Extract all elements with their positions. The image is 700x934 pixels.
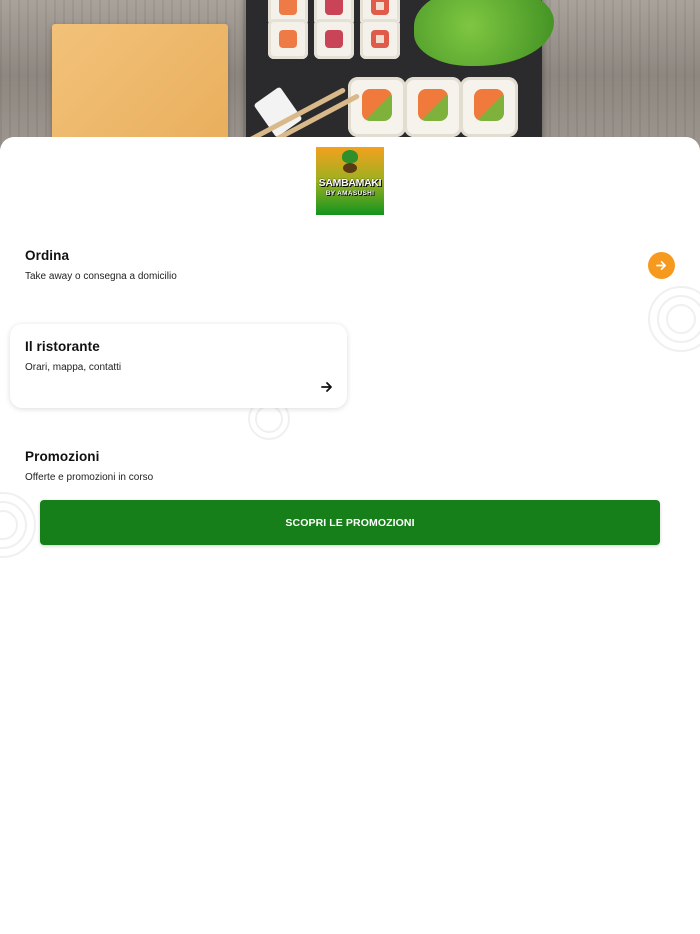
mascot-icon xyxy=(343,163,357,173)
sushi-roll xyxy=(268,19,308,59)
logo-subtext: BY AMASUSHI xyxy=(325,190,375,197)
restaurant-arrow-button[interactable] xyxy=(321,380,335,392)
restaurant-title[interactable]: Il ristorante xyxy=(25,339,100,354)
decorative-ring xyxy=(666,304,696,334)
restaurant-logo: SAMBAMAKI BY AMASUSHI xyxy=(316,147,384,215)
sushi-roll xyxy=(404,77,462,137)
restaurant-subtitle: Orari, mappa, contatti xyxy=(25,362,122,373)
discover-promotions-button[interactable]: SCOPRI LE PROMOZIONI xyxy=(40,500,660,545)
leaf-icon xyxy=(342,150,358,163)
logo-text: SAMBAMAKI xyxy=(318,177,382,189)
sushi-roll xyxy=(314,19,354,59)
promotions-title: Promozioni xyxy=(25,449,100,464)
promotions-subtitle: Offerte e promozioni in corso xyxy=(25,472,154,483)
napkin xyxy=(52,24,228,150)
arrow-right-icon xyxy=(321,382,332,392)
sushi-roll xyxy=(460,77,518,137)
order-arrow-button[interactable] xyxy=(648,252,675,279)
sushi-roll xyxy=(360,19,400,59)
sushi-roll xyxy=(348,77,406,137)
decorative-ring xyxy=(255,405,283,433)
order-title[interactable]: Ordina xyxy=(25,248,69,263)
arrow-right-icon xyxy=(656,261,666,270)
order-subtitle: Take away o consegna a domicilio xyxy=(25,271,177,282)
hero-image xyxy=(0,0,700,150)
